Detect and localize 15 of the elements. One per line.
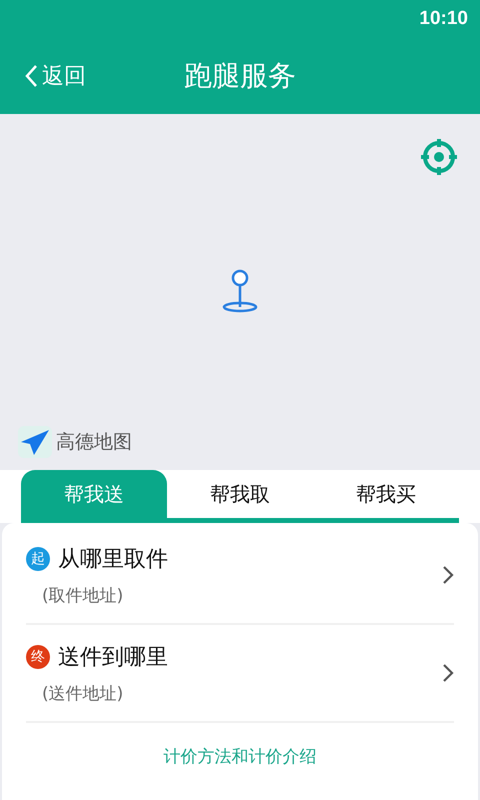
address-badge: 终	[26, 644, 50, 668]
address-hint: (送件地址)	[42, 682, 124, 704]
page-title: 跑腿服务	[184, 58, 296, 94]
locate-icon[interactable]	[420, 138, 458, 176]
address-title[interactable]: 送件到哪里	[58, 642, 168, 672]
status-time: 10:10	[419, 8, 468, 30]
chevron-right-icon[interactable]	[442, 565, 454, 585]
paper-plane-icon	[18, 426, 52, 458]
address-hint: (取件地址)	[42, 584, 124, 606]
address-title[interactable]: 从哪里取件	[58, 544, 168, 574]
chevron-right-icon[interactable]	[442, 663, 454, 683]
address-badge: 起	[26, 546, 50, 570]
map-pin-icon	[221, 269, 259, 315]
map-logo-text: 高德地图	[56, 430, 132, 455]
back-icon	[24, 64, 38, 88]
